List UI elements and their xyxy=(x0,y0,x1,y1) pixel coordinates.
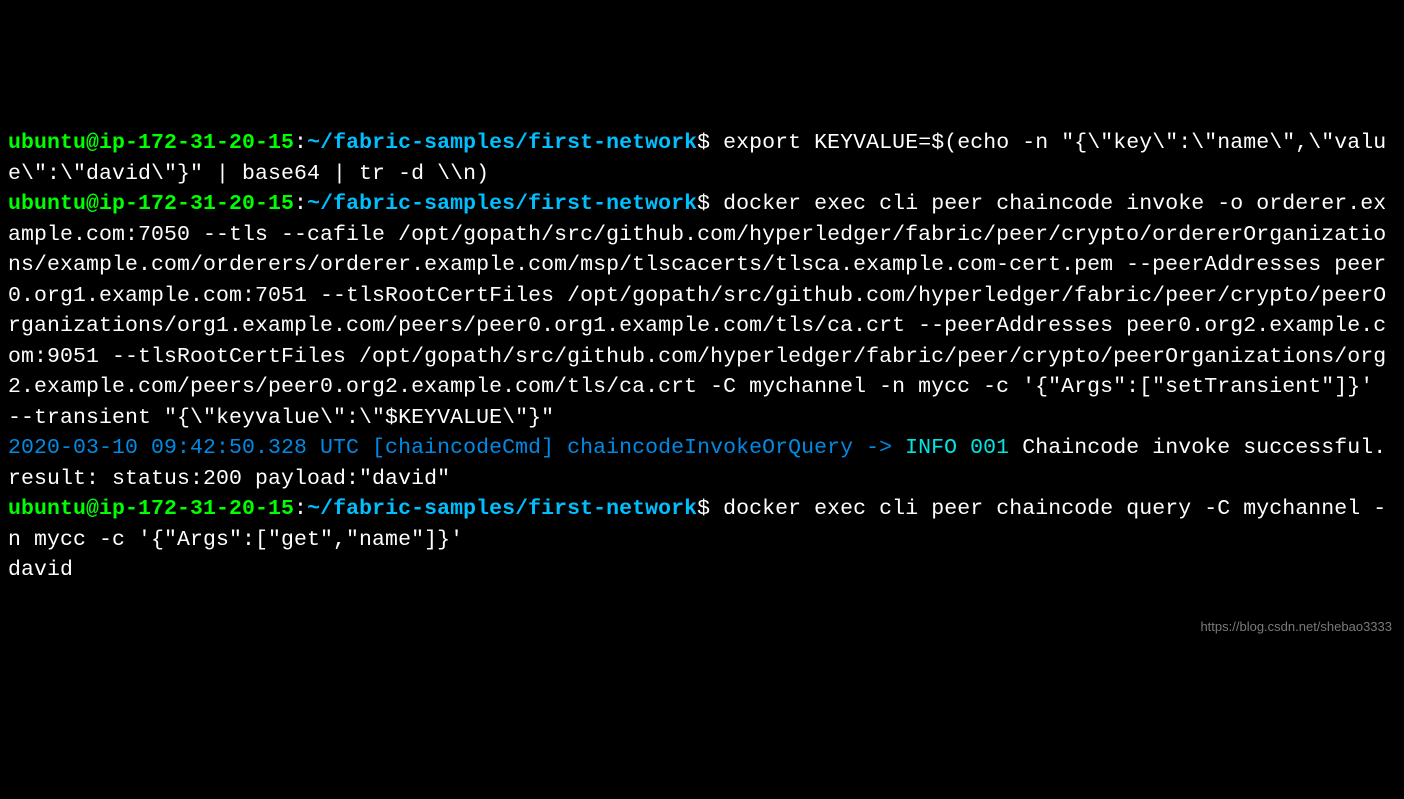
prompt-dollar: $ xyxy=(697,192,710,216)
command-line: docker exec cli peer chaincode invoke -o… xyxy=(8,192,1386,430)
prompt-sep: : xyxy=(294,131,307,155)
prompt-user: ubuntu@ip-172-31-20-15 xyxy=(8,131,294,155)
watermark-text: https://blog.csdn.net/shebao3333 xyxy=(1200,618,1392,636)
prompt-dollar: $ xyxy=(697,131,710,155)
prompt-sep: : xyxy=(294,192,307,216)
log-timestamp: 2020-03-10 09:42:50.328 UTC [chaincodeCm… xyxy=(8,436,905,460)
prompt-path: ~/fabric-samples/first-network xyxy=(307,192,697,216)
log-level: INFO 001 xyxy=(905,436,1009,460)
prompt-path: ~/fabric-samples/first-network xyxy=(307,131,697,155)
prompt-dollar: $ xyxy=(697,497,710,521)
prompt-user: ubuntu@ip-172-31-20-15 xyxy=(8,192,294,216)
prompt-sep: : xyxy=(294,497,307,521)
terminal-output[interactable]: ubuntu@ip-172-31-20-15:~/fabric-samples/… xyxy=(8,128,1396,586)
command-output: david xyxy=(8,558,73,582)
prompt-user: ubuntu@ip-172-31-20-15 xyxy=(8,497,294,521)
prompt-path: ~/fabric-samples/first-network xyxy=(307,497,697,521)
